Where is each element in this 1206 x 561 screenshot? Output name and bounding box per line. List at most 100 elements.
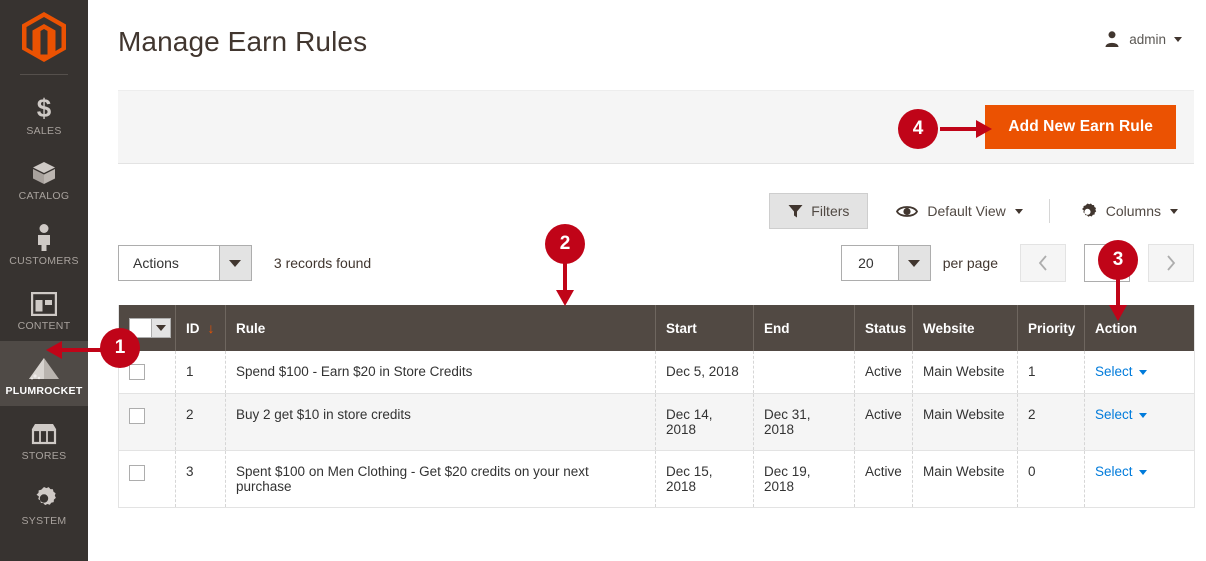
sidebar-item-label: CATALOG [18,190,70,202]
filters-button[interactable]: Filters [769,193,869,229]
grid-toolbar: Filters Default View Columns Actions 3 r… [118,190,1194,290]
sidebar-item-content[interactable]: CONTENT [0,276,88,341]
sidebar-item-stores[interactable]: STORES [0,406,88,471]
sidebar-item-catalog[interactable]: CATALOG [0,146,88,211]
add-new-earn-rule-button[interactable]: Add New Earn Rule [985,105,1176,149]
row-website: Main Website [912,393,1018,452]
magento-logo-icon [22,12,66,62]
row-checkbox-cell[interactable] [118,393,176,452]
row-action-cell[interactable]: Select [1084,351,1195,395]
row-website: Main Website [912,450,1018,509]
table-row[interactable]: 1 Spend $100 - Earn $20 in Store Credits… [118,351,1195,395]
columns-selector[interactable]: Columns [1064,193,1192,230]
annotation-badge-3: 3 [1098,240,1138,280]
sidebar-item-system[interactable]: SYSTEM [0,471,88,536]
actions-label: Actions [133,255,179,271]
chevron-down-icon [1138,413,1147,419]
sidebar-item-label: PLUMROCKET [5,385,83,397]
grid-toolbar-bottom: Actions 3 records found 20 per page [118,236,1194,290]
grid-header-website-label: Website [923,320,975,336]
grid-header-id[interactable]: ID ↓ [175,305,226,351]
page-actions-bar: Add New Earn Rule [118,90,1194,164]
grid-header-rule[interactable]: Rule [225,305,656,351]
row-select-link[interactable]: Select [1095,464,1133,479]
row-checkbox[interactable] [129,364,145,381]
row-end [753,351,855,395]
previous-page-button[interactable] [1020,244,1066,282]
person-icon [34,221,54,251]
gear-icon [1081,202,1096,217]
grid-header-start[interactable]: Start [655,305,754,351]
row-end: Dec 31, 2018 [753,393,855,452]
sidebar-item-label: SALES [26,125,62,137]
annotation-2-arrowhead [556,290,574,306]
row-rule: Spend $100 - Earn $20 in Store Credits [225,351,656,395]
next-page-button[interactable] [1148,244,1194,282]
row-website: Main Website [912,351,1018,395]
grid-header-priority[interactable]: Priority [1017,305,1085,351]
magento-logo[interactable] [0,0,88,74]
eye-icon [896,205,919,217]
admin-user-menu[interactable]: admin [1103,30,1182,48]
chevron-down-icon [1174,36,1182,42]
store-icon [30,416,58,446]
row-select-link[interactable]: Select [1095,407,1133,422]
default-view-selector[interactable]: Default View [882,194,1036,228]
row-id: 2 [175,393,226,452]
toolbar-divider [1048,199,1050,223]
chevron-down-icon [1138,470,1147,476]
per-page-label: per page [942,255,998,271]
sort-desc-icon: ↓ [207,320,215,336]
row-start: Dec 15, 2018 [655,450,754,509]
avatar-icon [1105,31,1119,47]
annotation-3-arrowhead [1109,305,1127,321]
chevron-down-icon [218,246,251,280]
sidebar-item-label: STORES [21,450,67,462]
chevron-down-icon [1170,208,1178,214]
sidebar-item-label: CONTENT [17,320,71,332]
page-title: Manage Earn Rules [118,26,368,57]
grid-header-priority-label: Priority [1028,320,1076,336]
row-start: Dec 14, 2018 [655,393,754,452]
sidebar-item-sales[interactable]: $ SALES [0,81,88,146]
per-page-dropdown[interactable]: 20 [841,245,931,281]
grid-header-action[interactable]: Action [1084,305,1195,351]
row-action-cell[interactable]: Select [1084,450,1195,509]
chevron-down-icon [1138,369,1147,375]
row-checkbox[interactable] [129,407,145,424]
table-row[interactable]: 2 Buy 2 get $10 in store credits Dec 14,… [118,393,1195,452]
sidebar-item-customers[interactable]: CUSTOMERS [0,211,88,276]
grid-toolbar-top: Filters Default View Columns [118,190,1194,232]
sidebar-item-label: CUSTOMERS [9,255,79,267]
annotation-badge-2: 2 [545,224,585,264]
row-priority: 2 [1017,393,1085,452]
row-checkbox[interactable] [129,464,145,481]
records-found-label: 3 records found [273,255,372,271]
chevron-down-icon [897,246,930,280]
row-select-link[interactable]: Select [1095,364,1133,379]
gear-icon [31,481,57,511]
grid-header-start-label: Start [666,320,697,336]
dollar-icon: $ [33,91,55,121]
row-checkbox-cell[interactable] [118,450,176,509]
pagination: 20 per page 1 [841,244,1194,282]
actions-dropdown[interactable]: Actions [118,245,252,281]
columns-label: Columns [1105,203,1161,219]
grid-header-status[interactable]: Status [854,305,913,351]
grid-header-end[interactable]: End [753,305,855,351]
sidebar-item-label: SYSTEM [21,515,67,527]
row-action-cell[interactable]: Select [1084,393,1195,452]
funnel-icon [788,204,803,217]
row-status: Active [854,351,913,395]
table-header-row: ID ↓ Rule Start End Status Website Priori… [118,305,1195,351]
table-row[interactable]: 3 Spent $100 on Men Clothing - Get $20 c… [118,450,1195,509]
row-id: 1 [175,351,226,395]
row-status: Active [854,393,913,452]
row-end: Dec 19, 2018 [753,450,855,509]
filters-label: Filters [811,203,850,219]
box-icon [31,156,57,186]
grid-header-status-label: Status [865,320,907,336]
chevron-down-icon [150,319,170,337]
layout-icon [31,286,57,316]
grid-header-website[interactable]: Website [912,305,1018,351]
